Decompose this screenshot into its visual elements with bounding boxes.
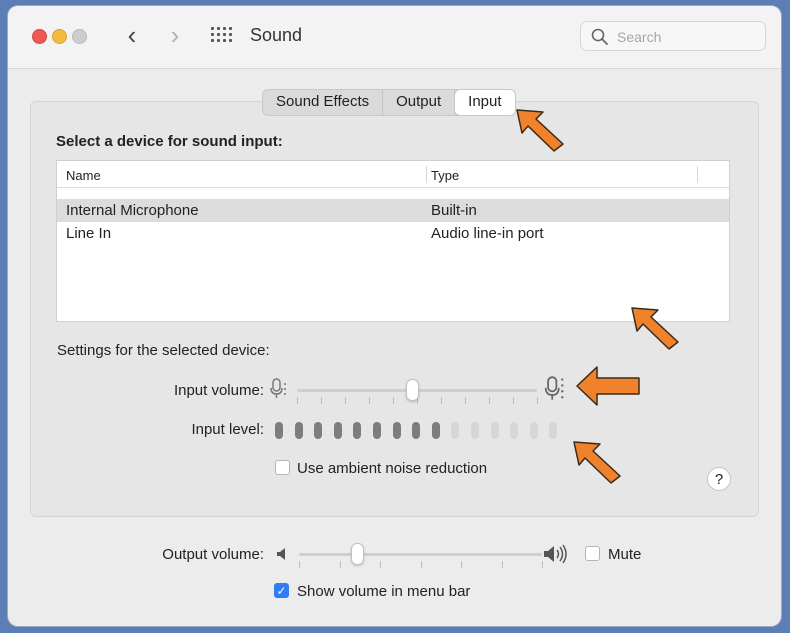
zoom-button[interactable] [72, 29, 87, 44]
window-title: Sound [250, 25, 303, 45]
minimize-button[interactable] [52, 29, 67, 44]
device-name: Line In [66, 225, 112, 242]
level-bar [294, 422, 303, 439]
slider-tick [393, 397, 394, 404]
slider-tick [465, 397, 466, 404]
level-bar [451, 422, 460, 439]
slider-tick [297, 397, 298, 404]
level-bar [373, 422, 381, 439]
column-header-name[interactable]: Name [66, 168, 101, 183]
microphone-icon [270, 378, 286, 398]
table-row[interactable]: Line In Audio line-in port [57, 222, 729, 245]
level-bar [392, 422, 401, 439]
input-volume-label: Input volume: [173, 382, 264, 399]
slider-tick [369, 397, 370, 404]
output-volume-track[interactable] [299, 553, 542, 556]
back-chevron-icon[interactable]: ‹ [117, 20, 147, 50]
table-row[interactable]: Internal Microphone Built-in [57, 199, 729, 222]
level-bar [275, 422, 283, 439]
output-volume-label: Output volume: [162, 546, 264, 563]
slider-tick [340, 561, 341, 568]
show-volume-label[interactable]: Show volume in menu bar [297, 583, 470, 600]
device-table: Name Type Internal Microphone Built-in L… [56, 160, 730, 322]
mute-checkbox[interactable] [585, 546, 600, 561]
ambient-noise-label[interactable]: Use ambient noise reduction [297, 460, 487, 477]
arrow-pointer-icon [573, 441, 621, 484]
slider-tick [489, 397, 490, 404]
input-level-label: Input level: [191, 421, 264, 438]
column-divider [697, 166, 698, 183]
slider-tick [380, 561, 381, 568]
level-bar [549, 422, 558, 439]
speaker-low-icon [277, 548, 285, 560]
arrow-pointer-icon [516, 109, 564, 152]
grid-icon[interactable] [211, 27, 233, 43]
search-icon [591, 28, 608, 45]
speaker-high-icon [544, 544, 567, 564]
slider-tick [513, 397, 514, 404]
level-bar [510, 422, 519, 439]
level-bar [353, 422, 362, 439]
slider-tick [321, 397, 322, 404]
title-bar: ‹ › Sound [8, 6, 781, 69]
preferences-window: ‹ › Sound Sound Effects Output Input Sel… [8, 6, 781, 626]
close-button[interactable] [32, 29, 47, 44]
slider-tick [461, 561, 462, 568]
settings-heading: Settings for the selected device: [57, 342, 270, 359]
device-type: Audio line-in port [431, 225, 544, 242]
level-bar [529, 422, 538, 439]
forward-chevron-icon[interactable]: › [160, 20, 190, 50]
level-bar [471, 422, 479, 439]
arrow-pointer-icon [631, 307, 679, 350]
tab-input[interactable]: Input [455, 90, 515, 115]
search-box[interactable] [580, 21, 766, 51]
level-bar [333, 422, 342, 439]
show-volume-checkbox[interactable]: ✓ [274, 583, 289, 598]
tab-sound-effects[interactable]: Sound Effects [263, 90, 384, 115]
ambient-noise-checkbox[interactable] [275, 460, 290, 475]
slider-tick [345, 397, 346, 404]
device-name: Internal Microphone [66, 202, 199, 219]
column-divider [426, 166, 427, 183]
level-bar [314, 422, 323, 439]
slider-tick [421, 561, 422, 568]
table-header: Name Type [57, 161, 729, 188]
tab-bar: Sound Effects Output Input [262, 89, 516, 116]
level-bar [431, 422, 440, 439]
device-type: Built-in [431, 202, 477, 219]
slider-tick [441, 397, 442, 404]
help-button[interactable]: ? [707, 467, 731, 491]
tab-output[interactable]: Output [383, 90, 456, 115]
microphone-icon [544, 376, 564, 400]
slider-tick [299, 561, 300, 568]
level-bar [412, 422, 421, 439]
device-list-heading: Select a device for sound input: [56, 133, 283, 150]
search-input[interactable] [615, 26, 759, 48]
column-header-type[interactable]: Type [431, 168, 459, 183]
level-bar [490, 422, 499, 439]
slider-tick [502, 561, 503, 568]
arrow-pointer-icon [576, 366, 640, 406]
slider-tick [537, 397, 538, 404]
output-volume-knob[interactable] [351, 543, 365, 565]
mute-label[interactable]: Mute [608, 546, 641, 563]
input-volume-knob[interactable] [406, 379, 420, 401]
